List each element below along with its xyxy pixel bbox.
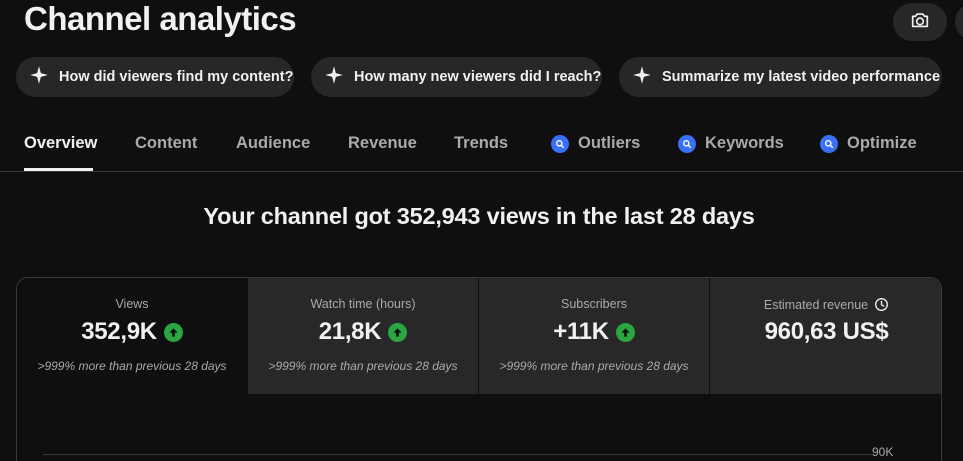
more-button[interactable] (955, 3, 963, 41)
channel-analytics-page: Channel analytics How did viewers find m… (0, 0, 963, 461)
metric-note: >999% more than previous 28 days (268, 359, 458, 373)
tab-outliers[interactable]: Outliers (551, 134, 640, 170)
tab-label: Revenue (348, 134, 417, 152)
metric-value-row: 960,63 US$ (710, 318, 941, 346)
metric-label-row: Estimated revenue (710, 297, 941, 312)
arrow-up-icon (388, 322, 408, 342)
sparkle-icon (29, 65, 49, 90)
tab-label: Audience (236, 134, 311, 152)
metric-note: >999% more than previous 28 days (499, 359, 689, 373)
metric-value: 352,9K (81, 318, 157, 345)
chart-gridline (43, 454, 873, 455)
camera-button[interactable] (893, 3, 947, 41)
tab-keywords[interactable]: Keywords (678, 134, 784, 170)
sparkle-icon (324, 65, 344, 90)
metric-note: >999% more than previous 28 days (37, 359, 227, 373)
clock-icon[interactable] (874, 297, 889, 312)
chip-new-viewers-reach[interactable]: How many new viewers did I reach? (311, 57, 602, 97)
sparkle-icon (632, 65, 652, 90)
arrow-up-icon (615, 322, 635, 342)
tab-overview[interactable]: Overview (24, 134, 97, 171)
chip-label: How did viewers find my content? (59, 69, 294, 85)
tab-trends[interactable]: Trends (454, 134, 508, 170)
tab-optimize[interactable]: Optimize (820, 134, 917, 170)
metric-label: Subscribers (561, 297, 627, 311)
tab-label: Overview (24, 134, 98, 152)
tab-label: Content (135, 134, 198, 152)
camera-icon (909, 9, 931, 36)
metric-label: Views (115, 297, 149, 311)
chip-summarize-latest-video[interactable]: Summarize my latest video performance (619, 57, 942, 97)
metric-value: +11K (553, 318, 609, 345)
analytics-tabs: Overview Content Audience Revenue Trends… (0, 128, 963, 172)
chart-y-tick-label: 90K (872, 445, 894, 459)
arrow-up-icon (163, 322, 183, 342)
metric-value-row: 21,8K (248, 318, 478, 346)
page-title: Channel analytics (24, 0, 297, 37)
chip-viewers-find-content[interactable]: How did viewers find my content? (16, 57, 294, 97)
metric-label: Estimated revenue (763, 297, 869, 312)
tab-label: Keywords (705, 134, 784, 152)
tab-label: Trends (454, 134, 509, 152)
tool-badge-icon (551, 135, 569, 153)
metric-subscribers[interactable]: Subscribers +11K >999% more than previou… (479, 278, 710, 394)
metric-estimated-revenue[interactable]: Estimated revenue 960,63 US$ (710, 278, 941, 394)
tab-label: Outliers (578, 134, 641, 152)
metric-value-row: 352,9K (17, 318, 247, 346)
tab-label: Optimize (847, 134, 917, 152)
tab-content[interactable]: Content (135, 134, 197, 170)
metric-value-row: +11K (479, 318, 709, 346)
chip-label: Summarize my latest video performance (662, 69, 941, 85)
metric-views[interactable]: Views 352,9K >999% more than previous 28… (17, 278, 248, 394)
chip-label: How many new viewers did I reach? (354, 69, 602, 85)
tab-audience[interactable]: Audience (236, 134, 310, 170)
tool-badge-icon (820, 135, 838, 153)
metric-watch-time[interactable]: Watch time (hours) 21,8K >999% more than… (248, 278, 479, 394)
metric-value: 21,8K (318, 318, 382, 345)
tool-badge-icon (678, 135, 696, 153)
tab-revenue[interactable]: Revenue (348, 134, 417, 170)
views-headline: Your channel got 352,943 views in the la… (203, 203, 755, 229)
metric-value: 960,63 US$ (764, 318, 889, 345)
metrics-card: Views 352,9K >999% more than previous 28… (16, 277, 942, 461)
metric-label: Watch time (hours) (310, 297, 416, 311)
